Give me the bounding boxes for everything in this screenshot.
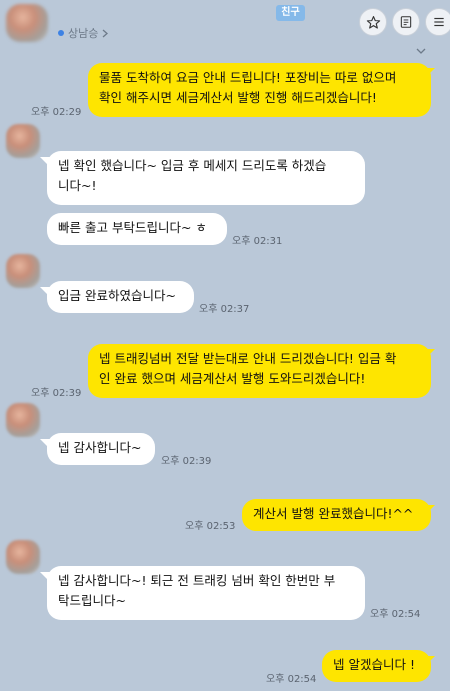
favorite-button[interactable] bbox=[359, 8, 387, 36]
message-line: 넵 감사합니다~ bbox=[58, 440, 142, 455]
friend-name: 상남승 bbox=[68, 27, 99, 40]
friend-message-bubble[interactable]: 넵 감사합니다~ bbox=[47, 433, 155, 465]
friend-badge: 친구 bbox=[276, 5, 305, 21]
friend-name-link[interactable]: 상남승 bbox=[58, 25, 109, 41]
message-time: 오후 02:39 bbox=[31, 388, 82, 399]
my-message-bubble[interactable]: 물품 도착하여 요금 안내 드립니다! 포장비는 따로 없으며 확인 해주시면 … bbox=[88, 63, 431, 117]
my-message-bubble[interactable]: 넵 트래킹넘버 전달 받는대로 안내 드리겠습니다! 입금 확 인 완료 했으며… bbox=[88, 344, 431, 398]
star-icon bbox=[366, 15, 380, 29]
message-line: 입금 완료하였습니다~ bbox=[58, 288, 176, 303]
message-time: 오후 02:39 bbox=[161, 456, 212, 467]
friend-message-bubble[interactable]: 입금 완료하였습니다~ bbox=[47, 281, 194, 313]
chat-header: 상남승 친구 bbox=[0, 0, 450, 44]
message-line: 니다~! bbox=[58, 178, 97, 193]
message-line: 빠른 출고 부탁드립니다~ ㅎ bbox=[58, 220, 207, 235]
message-line: 인 완료 했으며 세금계산서 발행 도와드리겠습니다! bbox=[99, 371, 366, 386]
message-line: 넵 트래킹넘버 전달 받는대로 안내 드리겠습니다! 입금 확 bbox=[99, 351, 397, 366]
friend-message-bubble[interactable]: 넵 확인 했습니다~ 입금 후 메세지 드리도록 하겠습 니다~! bbox=[47, 151, 365, 205]
message-line: 넵 감사합니다~! 퇴근 전 트래킹 넘버 확인 한번만 부 bbox=[58, 573, 336, 588]
message-line: 넵 확인 했습니다~ 입금 후 메세지 드리도록 하겠습 bbox=[58, 158, 327, 173]
message-line: 물품 도착하여 요금 안내 드립니다! 포장비는 따로 없으며 bbox=[99, 70, 397, 85]
profile-avatar[interactable] bbox=[6, 4, 48, 42]
message-line: 탁드립니다~ bbox=[58, 593, 126, 608]
message-time: 오후 02:31 bbox=[232, 236, 283, 247]
message-line: 확인 해주시면 세금계산서 발행 진행 해드리겠습니다! bbox=[99, 90, 377, 105]
friend-avatar[interactable] bbox=[6, 540, 40, 574]
friend-avatar[interactable] bbox=[6, 403, 40, 437]
friend-message-bubble[interactable]: 빠른 출고 부탁드립니다~ ㅎ bbox=[47, 213, 227, 245]
document-icon bbox=[400, 16, 412, 28]
message-time: 오후 02:53 bbox=[185, 521, 236, 532]
message-line: 계산서 발행 완료했습니다!^^ bbox=[253, 506, 414, 521]
friend-avatar[interactable] bbox=[6, 254, 40, 288]
scroll-down-chevron-icon[interactable] bbox=[416, 48, 426, 54]
friend-avatar[interactable] bbox=[6, 124, 40, 158]
friend-message-bubble[interactable]: 넵 감사합니다~! 퇴근 전 트래킹 넘버 확인 한번만 부 탁드립니다~ bbox=[47, 566, 365, 620]
menu-icon bbox=[434, 17, 444, 27]
my-message-bubble[interactable]: 넵 알겠습니다 ! bbox=[322, 650, 431, 682]
notes-button[interactable] bbox=[392, 8, 420, 36]
chevron-right-icon bbox=[102, 29, 109, 37]
message-time: 오후 02:54 bbox=[370, 609, 421, 620]
online-dot-icon bbox=[58, 30, 64, 36]
my-message-bubble[interactable]: 계산서 발행 완료했습니다!^^ bbox=[242, 499, 431, 531]
message-time: 오후 02:54 bbox=[266, 674, 317, 685]
message-time: 오후 02:29 bbox=[31, 107, 82, 118]
message-time: 오후 02:37 bbox=[199, 304, 250, 315]
menu-button[interactable] bbox=[425, 8, 450, 36]
message-line: 넵 알겠습니다 ! bbox=[333, 657, 415, 672]
